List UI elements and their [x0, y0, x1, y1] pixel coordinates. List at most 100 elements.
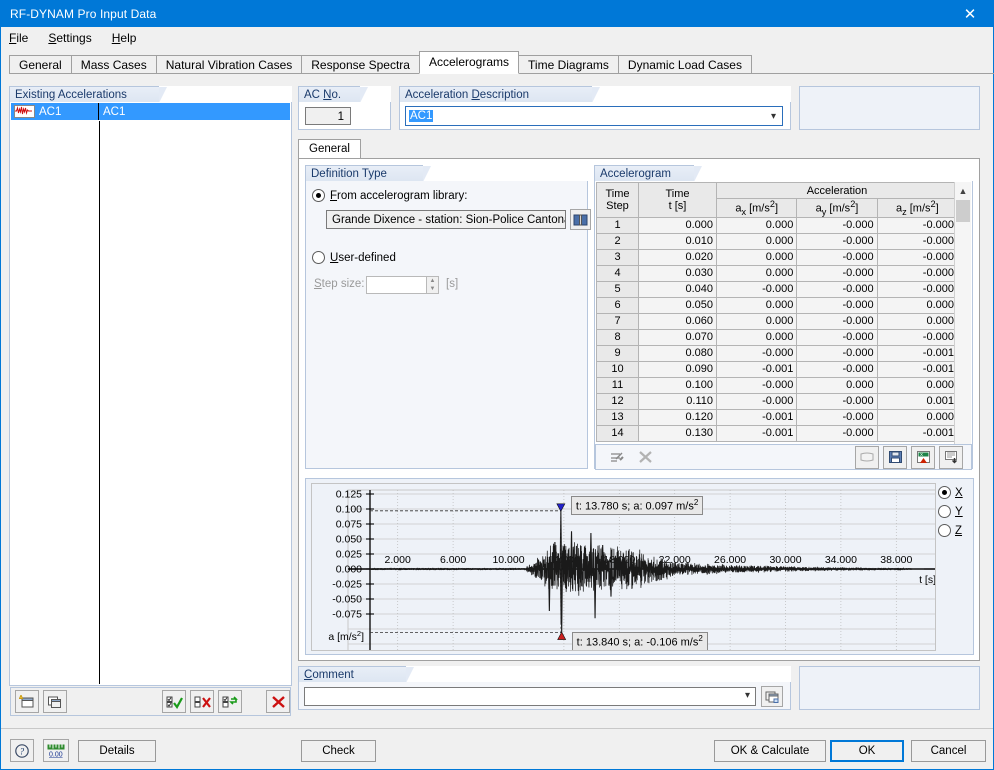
cell-ay[interactable]: -0.000	[796, 248, 878, 266]
cell-ay[interactable]: -0.000	[796, 312, 878, 330]
delete-row-icon[interactable]	[633, 446, 657, 469]
comment-input[interactable]: ▾	[304, 687, 756, 706]
user-defined-radio[interactable]	[312, 251, 325, 264]
table-row[interactable]: 9 0.080 -0.000 -0.000 -0.001	[596, 344, 959, 362]
cell-step[interactable]: 8	[596, 328, 639, 346]
cell-step[interactable]: 13	[596, 408, 639, 426]
details-button[interactable]: Details	[78, 740, 156, 762]
chevron-down-icon[interactable]: ▾	[771, 111, 776, 122]
new-icon[interactable]	[15, 690, 39, 713]
tab-mass-cases[interactable]: Mass Cases	[70, 55, 157, 74]
delete-icon[interactable]	[266, 690, 290, 713]
table-row[interactable]: 10 0.090 -0.001 -0.000 -0.001	[596, 360, 959, 378]
cell-ay[interactable]: -0.000	[796, 264, 878, 282]
axis-z-radio[interactable]	[938, 524, 951, 537]
cell-ay[interactable]: -0.000	[796, 216, 878, 234]
cell-ay[interactable]: -0.000	[796, 328, 878, 346]
cell-az[interactable]: -0.000	[876, 280, 959, 298]
comment-chevron-down-icon[interactable]: ▾	[745, 690, 750, 701]
table-row[interactable]: 12 0.110 -0.000 -0.000 0.001	[596, 392, 959, 410]
axis-option-z[interactable]: Z	[938, 521, 970, 540]
cell-ax[interactable]: -0.000	[715, 392, 798, 410]
cancel-button[interactable]: Cancel	[911, 740, 986, 762]
cell-ax[interactable]: -0.001	[715, 424, 798, 442]
tab-time-diagrams[interactable]: Time Diagrams	[518, 55, 619, 74]
cell-az[interactable]: -0.000	[876, 264, 959, 282]
ok-button[interactable]: OK	[830, 740, 904, 762]
cell-az[interactable]: 0.000	[876, 376, 959, 394]
cell-ax[interactable]: -0.000	[715, 280, 798, 298]
copy-icon[interactable]	[43, 690, 67, 713]
table-row[interactable]: 13 0.120 -0.001 -0.000 0.000	[596, 408, 959, 426]
cell-az[interactable]: -0.000	[876, 328, 959, 346]
axis-option-x[interactable]: X	[938, 483, 970, 502]
step-size-spinner[interactable]: ▲ ▼	[426, 276, 439, 294]
cell-step[interactable]: 5	[596, 280, 639, 298]
cell-ay[interactable]: 0.000	[796, 376, 878, 394]
menu-item-file[interactable]: File	[9, 31, 28, 45]
cell-az[interactable]: -0.001	[876, 344, 959, 362]
cell-az[interactable]: 0.000	[876, 296, 959, 314]
menu-item-settings[interactable]: Settings	[48, 31, 91, 45]
cell-ax[interactable]: 0.000	[715, 312, 798, 330]
table-row[interactable]: 14 0.130 -0.001 -0.000 -0.001	[596, 424, 959, 442]
import-icon[interactable]	[855, 445, 879, 469]
axis-option-y[interactable]: Y	[938, 502, 970, 521]
cell-t[interactable]: 0.080	[638, 344, 717, 362]
save-icon[interactable]	[883, 445, 907, 469]
cell-ay[interactable]: -0.000	[796, 232, 878, 250]
cell-step[interactable]: 3	[596, 248, 639, 266]
check-button[interactable]: Check	[301, 740, 376, 762]
accelerations-list[interactable]: AC1 AC1	[11, 103, 290, 684]
cell-t[interactable]: 0.130	[638, 424, 717, 442]
cell-ax[interactable]: -0.001	[715, 360, 798, 378]
table-row[interactable]: 3 0.020 0.000 -0.000 -0.000	[596, 248, 959, 266]
table-row[interactable]: 4 0.030 0.000 -0.000 -0.000	[596, 264, 959, 282]
cell-t[interactable]: 0.060	[638, 312, 717, 330]
cell-ay[interactable]: -0.000	[796, 424, 878, 442]
cell-t[interactable]: 0.070	[638, 328, 717, 346]
menu-item-help[interactable]: Help	[112, 31, 137, 45]
inner-tab-general[interactable]: General	[298, 139, 361, 159]
cell-az[interactable]: -0.001	[876, 360, 959, 378]
cell-az[interactable]: 0.000	[876, 312, 959, 330]
table-row[interactable]: 1 0.000 0.000 -0.000 -0.000	[596, 216, 959, 234]
help-icon[interactable]: ?	[10, 739, 34, 762]
cell-ax[interactable]: 0.000	[715, 264, 798, 282]
cell-t[interactable]: 0.030	[638, 264, 717, 282]
cell-ay[interactable]: -0.000	[796, 408, 878, 426]
cell-t[interactable]: 0.090	[638, 360, 717, 378]
cell-ax[interactable]: -0.000	[715, 376, 798, 394]
cell-az[interactable]: 0.001	[876, 392, 959, 410]
cell-az[interactable]: -0.001	[876, 424, 959, 442]
cell-ay[interactable]: -0.000	[796, 360, 878, 378]
cell-step[interactable]: 7	[596, 312, 639, 330]
from-library-radio[interactable]	[312, 189, 325, 202]
cell-ax[interactable]: 0.000	[715, 232, 798, 250]
cell-t[interactable]: 0.010	[638, 232, 717, 250]
axis-x-radio[interactable]	[938, 486, 951, 499]
cell-step[interactable]: 10	[596, 360, 639, 378]
select-all-icon[interactable]	[162, 690, 186, 713]
cell-ax[interactable]: 0.000	[715, 216, 798, 234]
cell-t[interactable]: 0.110	[638, 392, 717, 410]
table-scrollbar[interactable]: ▲ ▼	[954, 182, 971, 467]
tab-natural-vibration-cases[interactable]: Natural Vibration Cases	[155, 55, 303, 74]
accelerogram-library-value[interactable]: Grande Dixence - station: Sion-Police Ca…	[326, 210, 566, 229]
scrollbar-thumb[interactable]	[956, 200, 970, 222]
acceleration-description-input[interactable]: AC1 ▾	[405, 106, 783, 126]
accelerogram-table-scroll[interactable]: Time Step Time t [s] Acceleration ax [m/s2…	[596, 182, 971, 467]
cell-step[interactable]: 9	[596, 344, 639, 362]
cell-t[interactable]: 0.120	[638, 408, 717, 426]
deselect-all-icon[interactable]	[190, 690, 214, 713]
table-row[interactable]: 8 0.070 0.000 -0.000 -0.000	[596, 328, 959, 346]
table-row[interactable]: 11 0.100 -0.000 0.000 0.000	[596, 376, 959, 394]
cell-ax[interactable]: -0.001	[715, 408, 798, 426]
from-library-radio-row[interactable]: From accelerogram library:	[312, 189, 467, 202]
table-row[interactable]: 5 0.040 -0.000 -0.000 -0.000	[596, 280, 959, 298]
cell-az[interactable]: -0.000	[876, 232, 959, 250]
cell-ax[interactable]: 0.000	[715, 248, 798, 266]
cell-step[interactable]: 2	[596, 232, 639, 250]
cell-ax[interactable]: 0.000	[715, 328, 798, 346]
close-icon[interactable]: ✕	[947, 1, 993, 27]
